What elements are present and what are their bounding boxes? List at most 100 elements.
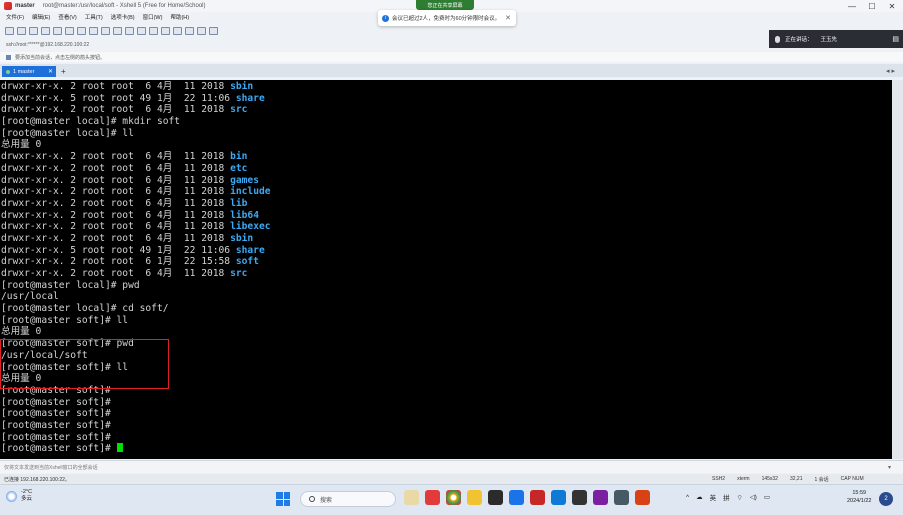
font-icon[interactable]	[101, 26, 110, 35]
keyboard-icon[interactable]	[137, 26, 146, 35]
terminal-line: drwxr-xr-x. 2 root root 6 4月 11 2018 sbi…	[0, 81, 892, 93]
copy-icon[interactable]	[41, 26, 50, 35]
battery-icon[interactable]: ▭	[764, 493, 770, 501]
tab-nav-arrows[interactable]: ◂ ▸	[886, 66, 895, 77]
app-icon-purple[interactable]	[593, 490, 608, 505]
terminal-line-text: drwxr-xr-x. 2 root root 6 4月 11 2018	[1, 209, 231, 221]
tray-cloud-icon[interactable]: ☁	[696, 493, 703, 501]
app-icon-dark[interactable]	[572, 490, 587, 505]
notice-close-icon[interactable]: ✕	[505, 14, 511, 22]
terminal-cursor	[116, 443, 123, 453]
screen-share-badge[interactable]: 您正在共享屏幕	[416, 0, 474, 10]
terminal-app-icon[interactable]	[488, 490, 503, 505]
taskbar-search[interactable]: 搜索	[300, 491, 396, 507]
print-icon[interactable]	[77, 26, 86, 35]
tray-lang[interactable]: 英	[710, 492, 717, 502]
compose-bar[interactable]: 仅将文本发送到当前Xshell窗口的全部会话 ▾	[0, 460, 903, 473]
toolbar	[0, 24, 903, 37]
maximize-button[interactable]: ☐	[862, 0, 882, 12]
terminal-line: drwxr-xr-x. 2 root root 6 4月 11 2018 inc…	[0, 186, 892, 198]
chat-icon[interactable]	[209, 26, 218, 35]
menu-view[interactable]: 查看(V)	[58, 13, 76, 23]
terminal-line-text: drwxr-xr-x. 5 root root 49 1月 22 11:06	[1, 244, 236, 256]
script-icon[interactable]	[161, 26, 170, 35]
app-icon-orange[interactable]	[635, 490, 650, 505]
menu-help[interactable]: 帮助(H)	[170, 13, 189, 23]
search-label: 搜索	[320, 497, 333, 504]
menu-tools[interactable]: 工具(T)	[85, 13, 103, 23]
notification-badge[interactable]: 2	[879, 492, 893, 506]
minimize-button[interactable]: —	[842, 0, 862, 12]
terminal-line: 总用量 0	[0, 373, 892, 385]
transfer-icon[interactable]	[149, 26, 158, 35]
tab-close-icon[interactable]: ✕	[48, 68, 53, 75]
address-text[interactable]: ssh://root:******@192.168.220.100:22	[6, 42, 89, 48]
directory-name: share	[235, 92, 265, 104]
paste-icon[interactable]	[53, 26, 62, 35]
session-hint-text: 要添加当前会话，点击左侧的箭头按钮。	[15, 54, 106, 61]
directory-name: lib64	[230, 209, 259, 221]
xshell-window: master root@master:/usr/local/soft - Xsh…	[0, 0, 903, 484]
microphone-icon	[775, 35, 780, 43]
address-bar[interactable]: ssh://root:******@192.168.220.100:22	[0, 39, 769, 50]
terminal-line-text: [root@master soft]#	[1, 396, 111, 408]
terminal-line: [root@master soft]#	[0, 408, 892, 420]
directory-name: include	[230, 186, 271, 198]
close-button[interactable]: ✕	[882, 0, 902, 12]
help-icon[interactable]	[197, 26, 206, 35]
terminal-line-text: drwxr-xr-x. 2 root root 6 4月 11 2018	[1, 81, 231, 92]
app-icon-grey[interactable]	[614, 490, 629, 505]
xshell-app-icon[interactable]	[530, 490, 545, 505]
menu-file[interactable]: 文件(F)	[6, 13, 24, 23]
chrome-app-icon[interactable]	[446, 490, 461, 505]
find-icon[interactable]	[65, 26, 74, 35]
wifi-icon[interactable]: ⌔	[737, 493, 743, 502]
terminal-line: [root@master soft]# ll	[0, 315, 892, 327]
speaker-label: 正在讲话：	[785, 37, 813, 43]
weather-widget[interactable]: -2°C 多云	[6, 489, 32, 503]
globe-icon[interactable]	[113, 26, 122, 35]
fullscreen-icon[interactable]	[185, 26, 194, 35]
directory-name: lib	[230, 197, 248, 209]
tab-master[interactable]: 1 master ✕	[2, 66, 56, 77]
status-bar: 已连接 192.168.220.100:22。 SSH2 xterm 145x3…	[0, 474, 903, 484]
vscode-app-icon[interactable]	[551, 490, 566, 505]
volume-icon[interactable]: ◁)	[750, 493, 757, 501]
terminal-scrollbar[interactable]	[892, 80, 903, 459]
terminal-line-text: [root@master local]# pwd	[1, 279, 140, 291]
terminal-line-text: drwxr-xr-x. 2 root root 6 4月 11 2018	[1, 151, 231, 163]
menu-tabs[interactable]: 选项卡(B)	[111, 13, 135, 23]
terminal-output[interactable]: drwxr-xr-x. 2 root root 6 4月 11 2018 sbi…	[0, 80, 892, 459]
widget-app-icon[interactable]	[404, 490, 419, 505]
terminal-line: drwxr-xr-x. 2 root root 6 4月 11 2018 sbi…	[0, 233, 892, 245]
compose-dropdown-icon[interactable]: ▾	[888, 464, 891, 471]
menu-edit[interactable]: 编辑(E)	[32, 13, 50, 23]
terminal-line-text: drwxr-xr-x. 2 root root 6 4月 11 2018	[1, 186, 231, 198]
new-session-icon[interactable]	[5, 26, 14, 35]
directory-name: libexec	[230, 221, 271, 233]
panel-expand-icon[interactable]: ▤	[892, 35, 899, 43]
open-folder-icon[interactable]	[17, 26, 26, 35]
taskbar-clock[interactable]: 15:59 2024/1/22	[847, 489, 871, 505]
meeting-app-icon[interactable]	[509, 490, 524, 505]
menu-window[interactable]: 窗口(W)	[143, 13, 163, 23]
disconnect-icon[interactable]	[29, 26, 38, 35]
terminal-line: [root@master soft]#	[0, 385, 892, 397]
compose-icon[interactable]	[173, 26, 182, 35]
lock-icon[interactable]	[125, 26, 134, 35]
file-explorer-icon[interactable]	[467, 490, 482, 505]
start-button[interactable]	[276, 492, 290, 506]
tab-strip: 1 master ✕ + ◂ ▸	[0, 64, 903, 77]
tray-expand-icon[interactable]: ^	[686, 494, 689, 501]
wps-app-icon[interactable]	[425, 490, 440, 505]
terminal-line: drwxr-xr-x. 2 root root 6 4月 11 2018 src	[0, 104, 892, 116]
directory-name: share	[235, 244, 265, 256]
color-scheme-icon[interactable]	[89, 26, 98, 35]
speaker-name: 王玉先	[820, 37, 838, 43]
terminal-line-text: [root@master soft]# ll	[1, 314, 129, 326]
terminal-line: drwxr-xr-x. 2 root root 6 4月 11 2018 src	[0, 268, 892, 280]
terminal-line: [root@master soft]#	[0, 420, 892, 432]
tray-ime[interactable]: 拼	[723, 492, 730, 502]
system-tray: ^ ☁ 英 拼 ⌔ ◁) ▭	[686, 492, 770, 503]
new-tab-button[interactable]: +	[61, 66, 66, 77]
